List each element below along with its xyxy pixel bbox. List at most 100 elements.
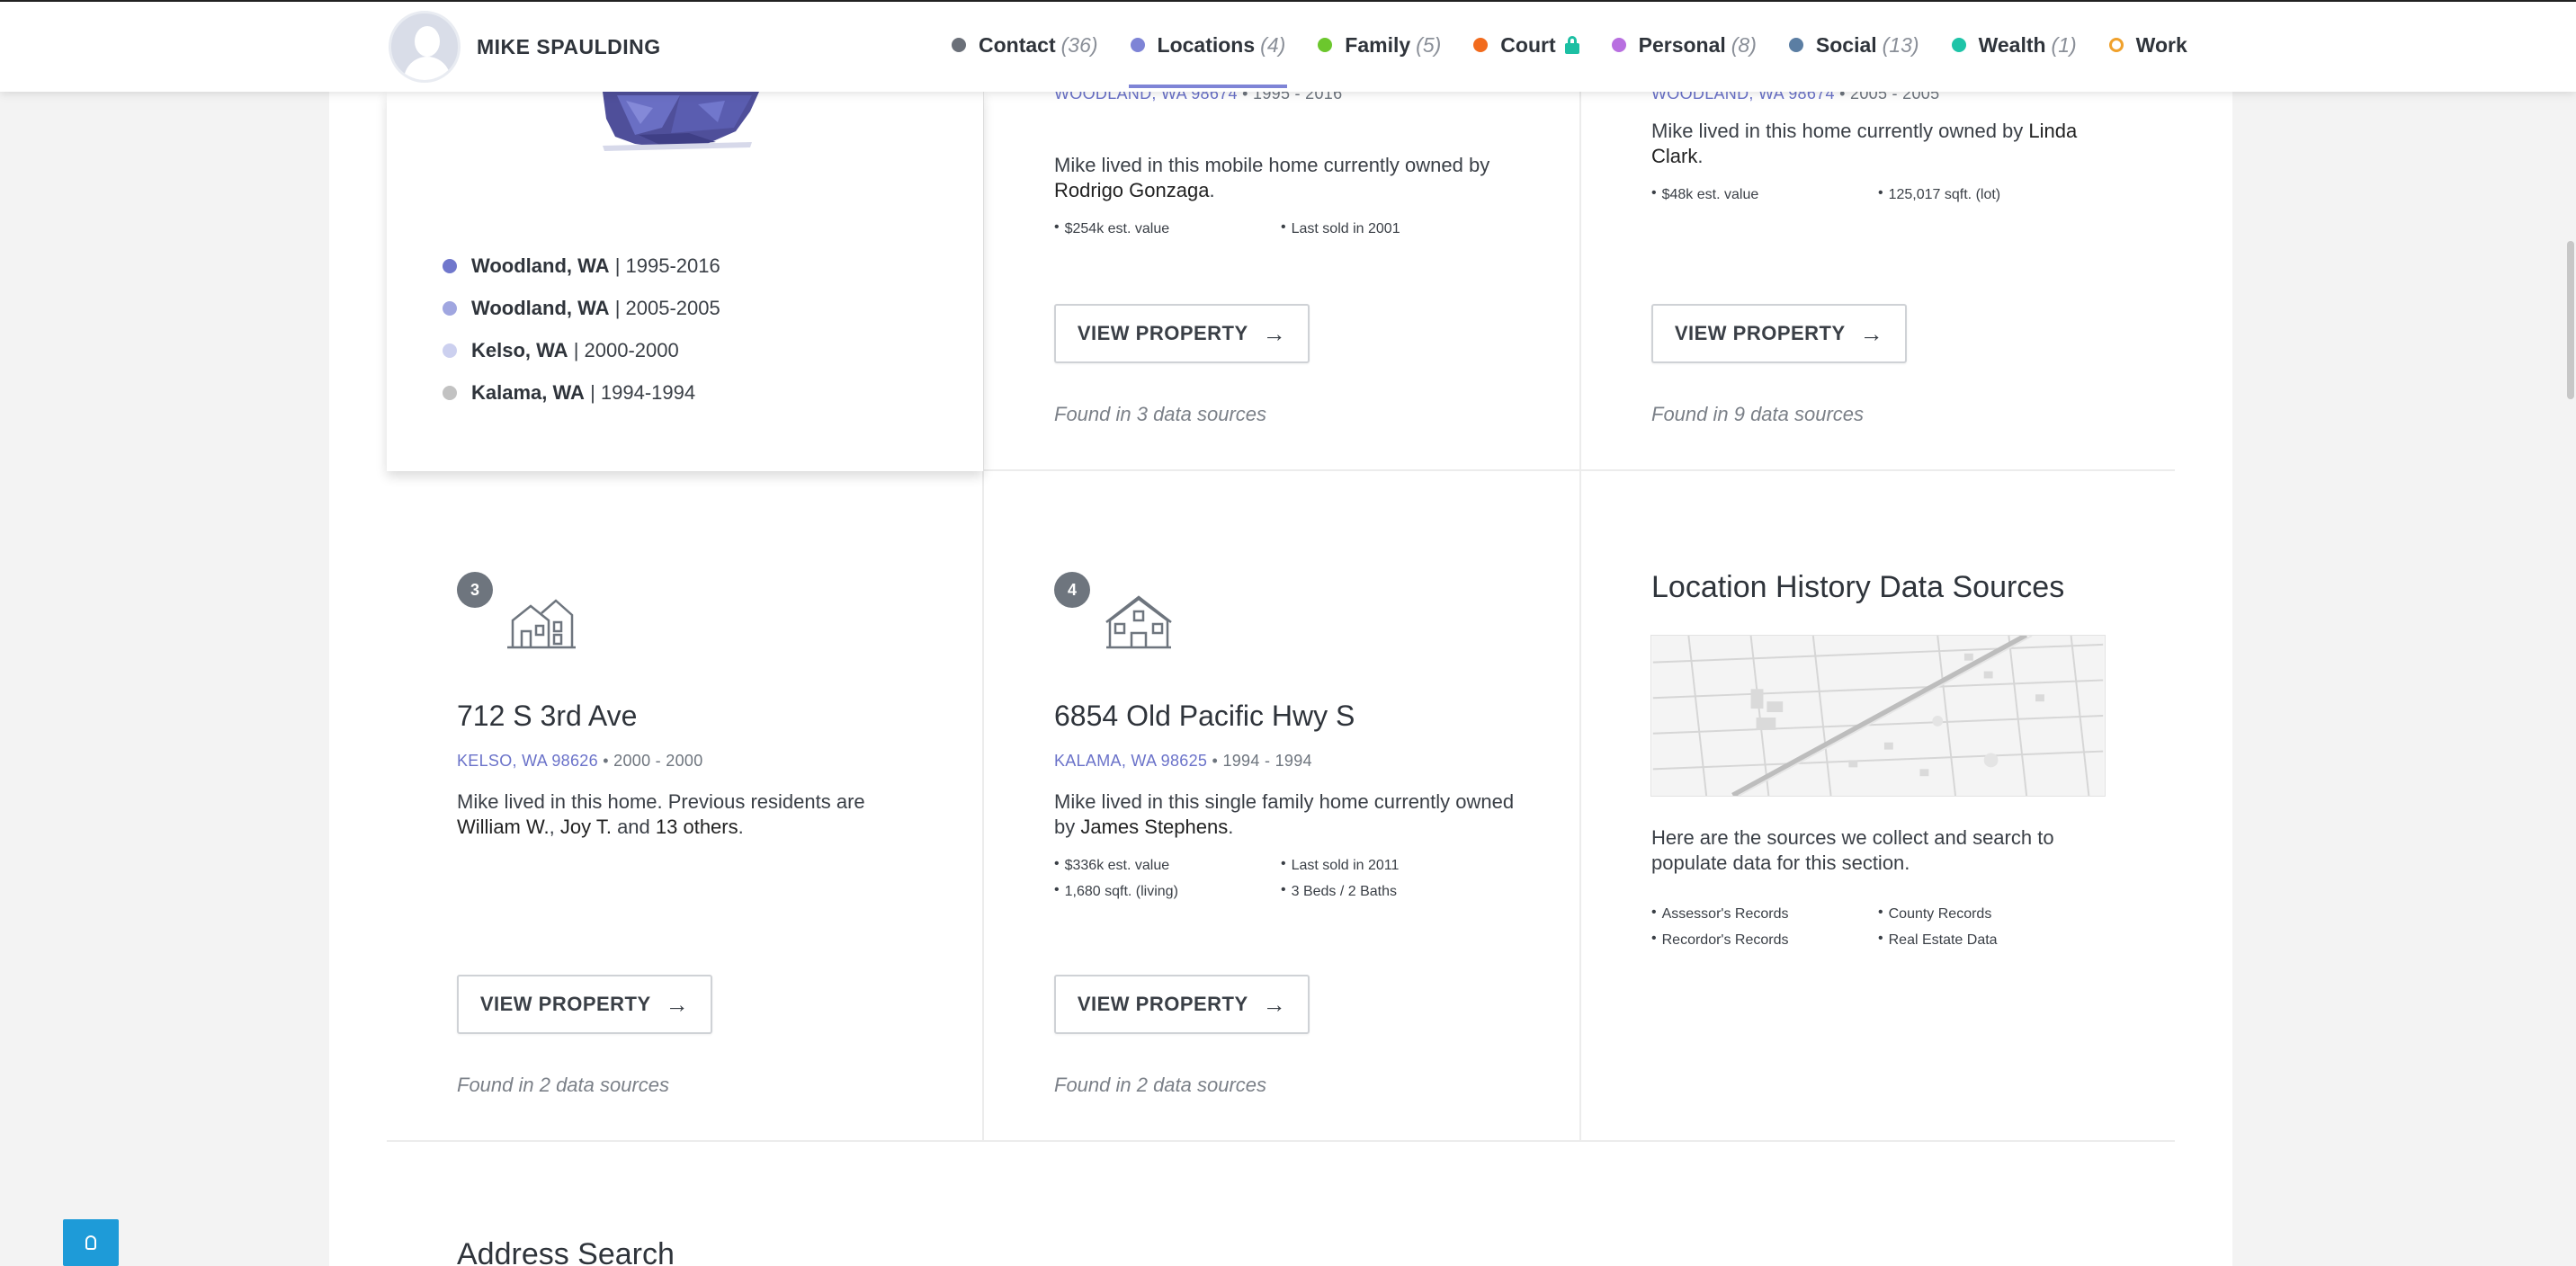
tab-count: (5) [1416,32,1442,57]
property-fact: $336k est. value [1054,856,1170,874]
property-location: KALAMA, WA 98625 • 1994 - 1994 [1054,752,1312,770]
tab-dot-icon [1130,38,1145,52]
tab-label: Family [1345,32,1411,57]
legend-city: Woodland, WA [471,254,610,277]
city-map-image [1650,635,2106,797]
property-location: KELSO, WA 98626 • 2000 - 2000 [457,752,703,770]
tab-social[interactable]: Social (13) [1773,2,1936,88]
tab-count: (13) [1882,32,1919,57]
property-number-badge: 3 [457,572,493,608]
state-map-image [603,92,759,151]
tab-count: (8) [1731,32,1757,57]
legend-city: Kelso, WA [471,338,568,361]
view-property-button[interactable]: VIEW PROPERTY → [1054,304,1310,363]
source-item: Real Estate Data [1878,931,1998,949]
address-search-title: Address Search [457,1237,675,1266]
property-description: Mike lived in this home. Previous reside… [457,790,865,838]
tab-dot-icon [1951,38,1966,52]
property-fact: 125,017 sqft. (lot) [1878,185,2001,203]
tab-label: Locations [1157,32,1256,57]
property-fact: 1,680 sqft. (living) [1054,882,1178,900]
view-property-button[interactable]: VIEW PROPERTY → [1054,975,1310,1034]
tab-dot-icon [1473,38,1489,52]
property-description: Mike lived in this mobile home currently… [1054,154,1490,201]
tab-personal[interactable]: Personal (8) [1596,2,1773,88]
tab-count: (1) [2051,32,2077,57]
top-nav: MIKE SPAULDING Contact (36) Locations (4… [0,0,2576,92]
lock-icon [1564,36,1579,54]
property-title: 712 S 3rd Ave [457,700,638,732]
legend-years: | 1995-2016 [614,254,720,277]
legend-city: Woodland, WA [471,296,610,319]
legend-years: | 1994-1994 [590,380,696,404]
source-item: Assessor's Records [1651,905,1789,923]
property-fact: Last sold in 2001 [1281,219,1400,237]
legend-dot-icon [443,343,457,358]
arrow-right-icon: → [1859,319,1884,347]
arrow-right-icon: → [1262,990,1287,1018]
tab-work[interactable]: Work [2093,2,2204,88]
property-description: Mike lived in this single family home cu… [1054,790,1515,838]
divider [984,469,2175,471]
house-icon [1105,595,1172,649]
tab-court[interactable]: Court [1457,2,1595,88]
profile-header: MIKE SPAULDING [389,11,661,83]
divider [387,1140,2175,1142]
source-item: Recordor's Records [1651,931,1789,949]
tab-label: Court [1500,32,1556,57]
tab-dot-icon [1318,38,1333,52]
tab-label: Social [1815,32,1877,57]
tab-count: (4) [1260,32,1286,57]
found-sources: Found in 9 data sources [1651,403,1865,425]
found-sources: Found in 2 data sources [457,1074,670,1096]
tab-dot-icon [1611,38,1626,52]
property-title: 6854 Old Pacific Hwy S [1054,700,1355,732]
property-fact: 3 Beds / 2 Baths [1281,882,1397,900]
tab-locations[interactable]: Locations (4) [1114,2,1302,88]
scrollbar[interactable] [2567,241,2574,399]
legend-city: Kalama, WA [471,380,585,404]
tab-label: Work [2135,32,2187,57]
legend-item: Kalama, WA | 1994-1994 [443,371,720,414]
tab-contact[interactable]: Contact (36) [935,2,1114,88]
view-property-button[interactable]: VIEW PROPERTY → [1651,304,1907,363]
property-number-badge: 4 [1054,572,1090,608]
legend-item: Woodland, WA | 1995-2016 [443,245,720,287]
avatar [389,11,461,83]
source-item: County Records [1878,905,1992,923]
property-description: Mike lived in this home currently owned … [1651,120,2078,167]
profile-name: MIKE SPAULDING [477,34,661,58]
found-sources: Found in 3 data sources [1054,403,1267,425]
legend-dot-icon [443,258,457,273]
divider [1579,92,1581,1142]
tab-family[interactable]: Family (5) [1301,2,1457,88]
tab-dot-icon [1788,38,1803,52]
tab-label: Contact [979,32,1056,57]
location-legend: Woodland, WA | 1995-2016 Woodland, WA | … [443,245,720,414]
view-property-button[interactable]: VIEW PROPERTY → [457,975,712,1034]
arrow-right-icon: → [1262,319,1287,347]
location-map-card: Woodland, WA | 1995-2016 Woodland, WA | … [387,92,983,471]
legend-item: Woodland, WA | 2005-2005 [443,287,720,329]
tab-wealth[interactable]: Wealth (1) [1936,2,2093,88]
arrow-right-icon: → [665,990,690,1018]
tab-label: Personal [1638,32,1726,57]
house-icon [507,599,576,649]
sources-description: Here are the sources we collect and sear… [1651,826,2054,874]
property-fact: $48k est. value [1651,185,1759,203]
legend-item: Kelso, WA | 2000-2000 [443,329,720,371]
found-sources: Found in 2 data sources [1054,1074,1267,1096]
legend-dot-icon [443,300,457,316]
help-button[interactable] [63,1219,119,1266]
tab-dot-icon [2108,38,2124,52]
property-fact: $254k est. value [1054,219,1170,237]
legend-years: | 2005-2005 [614,296,720,319]
tab-dot-icon [952,38,966,52]
section-tabs: Contact (36) Locations (4) Family (5) Co… [935,2,2204,92]
lightbulb-icon [85,1235,96,1250]
legend-years: | 2000-2000 [573,338,679,361]
tab-label: Wealth [1978,32,2046,57]
tab-count: (36) [1060,32,1098,57]
legend-dot-icon [443,385,457,400]
section-title: Location History Data Sources [1651,570,2065,604]
